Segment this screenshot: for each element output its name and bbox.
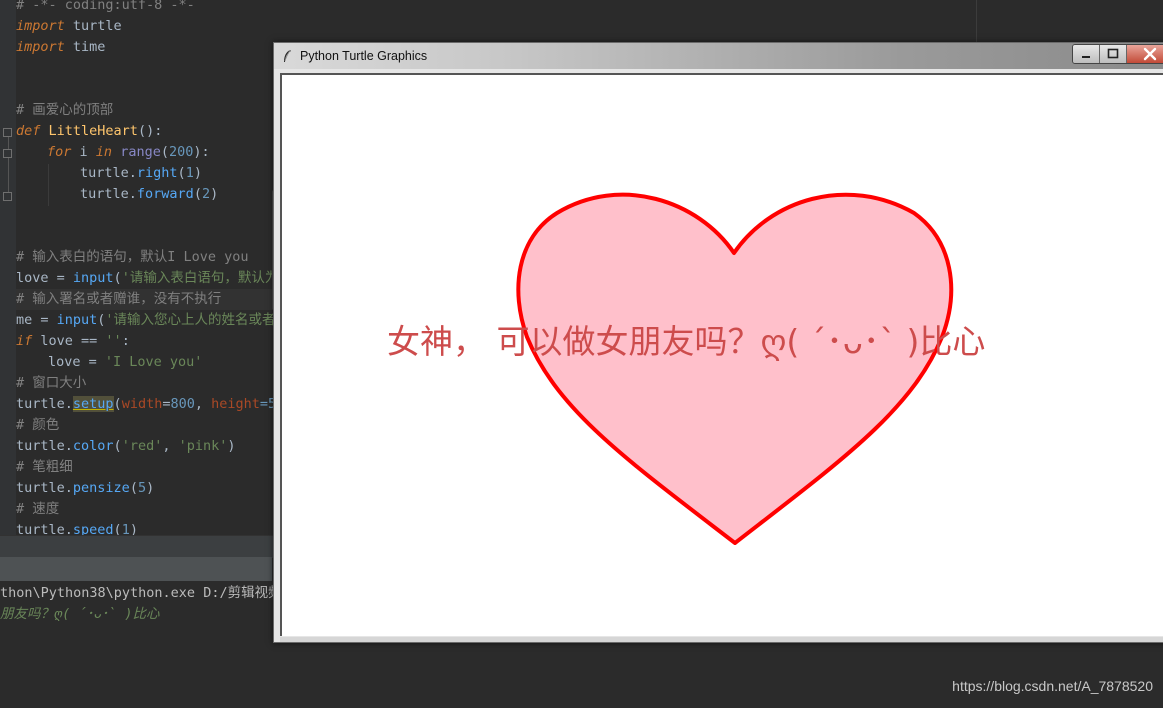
window-title: Python Turtle Graphics	[300, 49, 428, 63]
code-line: turtle.setup(width=800, height=5	[16, 396, 277, 412]
maximize-icon	[1107, 48, 1119, 59]
code-line-current: # 输入署名或者赠谁，没有不执行	[16, 289, 276, 310]
minimize-button[interactable]	[1073, 45, 1100, 63]
code-line: # -*- coding:utf-8 -*-	[16, 0, 195, 13]
canvas-love-text: 女神， 可以做女朋友吗？ღ( ´･ᴗ･` )比心	[387, 322, 986, 361]
code-line: def LittleHeart():	[16, 123, 163, 139]
run-panel-tab[interactable]	[0, 557, 272, 581]
code-line: # 窗口大小	[16, 375, 87, 391]
watermark: https://blog.csdn.net/A_7878520	[952, 678, 1153, 694]
fold-guide	[8, 137, 9, 193]
code-line: turtle.pensize(5)	[16, 480, 155, 496]
code-line: turtle.speed(1)	[16, 522, 138, 535]
close-icon	[1143, 47, 1157, 61]
fold-marker-icon[interactable]	[3, 192, 12, 201]
close-button[interactable]	[1127, 45, 1163, 63]
fold-marker-icon[interactable]	[3, 128, 12, 137]
maximize-button[interactable]	[1100, 45, 1127, 63]
code-line: # 颜色	[16, 417, 60, 433]
code-line: for i in range(200):	[47, 144, 210, 160]
turtle-graphics-window[interactable]: Python Turtle Graphics 女神， 可以做女朋友吗？ღ( ´･…	[273, 42, 1163, 643]
fold-marker-icon[interactable]	[3, 149, 12, 158]
code-line: import time	[16, 39, 106, 55]
indent-guide	[48, 164, 49, 206]
code-line: # 速度	[16, 501, 60, 517]
feather-icon	[284, 49, 291, 62]
code-line: # 画爱心的顶部	[16, 102, 114, 118]
code-line: love = input('请输入表白语句，默认为	[16, 270, 279, 286]
code-line: turtle.color('red', 'pink')	[16, 438, 236, 454]
code-line: turtle.right(1)	[80, 165, 202, 181]
console-command-line: thon\Python38\python.exe D:/剪辑视频	[0, 585, 282, 601]
code-line: love = 'I Love you'	[48, 354, 203, 370]
code-line: if love == '':	[16, 333, 130, 349]
turtle-canvas[interactable]: 女神， 可以做女朋友吗？ღ( ´･ᴗ･` )比心	[280, 73, 1163, 636]
window-controls	[1072, 44, 1163, 64]
canvas-hscrollbar[interactable]	[280, 637, 1163, 642]
code-line: # 笔粗细	[16, 459, 73, 475]
code-line: me = input('请输入您心上人的姓名或者赠	[16, 312, 290, 328]
code-line: import turtle	[16, 18, 122, 34]
heart-shape	[516, 192, 954, 545]
minimize-icon	[1082, 56, 1090, 58]
code-line: turtle.forward(2)	[80, 186, 219, 202]
console-output-line: 朋友吗？ღ( ´･ᴗ･` )比心	[0, 606, 160, 622]
window-titlebar[interactable]: Python Turtle Graphics	[274, 43, 1163, 69]
code-line: # 输入表白的语句，默认I Love you	[16, 249, 249, 265]
editor-gutter	[0, 0, 16, 535]
